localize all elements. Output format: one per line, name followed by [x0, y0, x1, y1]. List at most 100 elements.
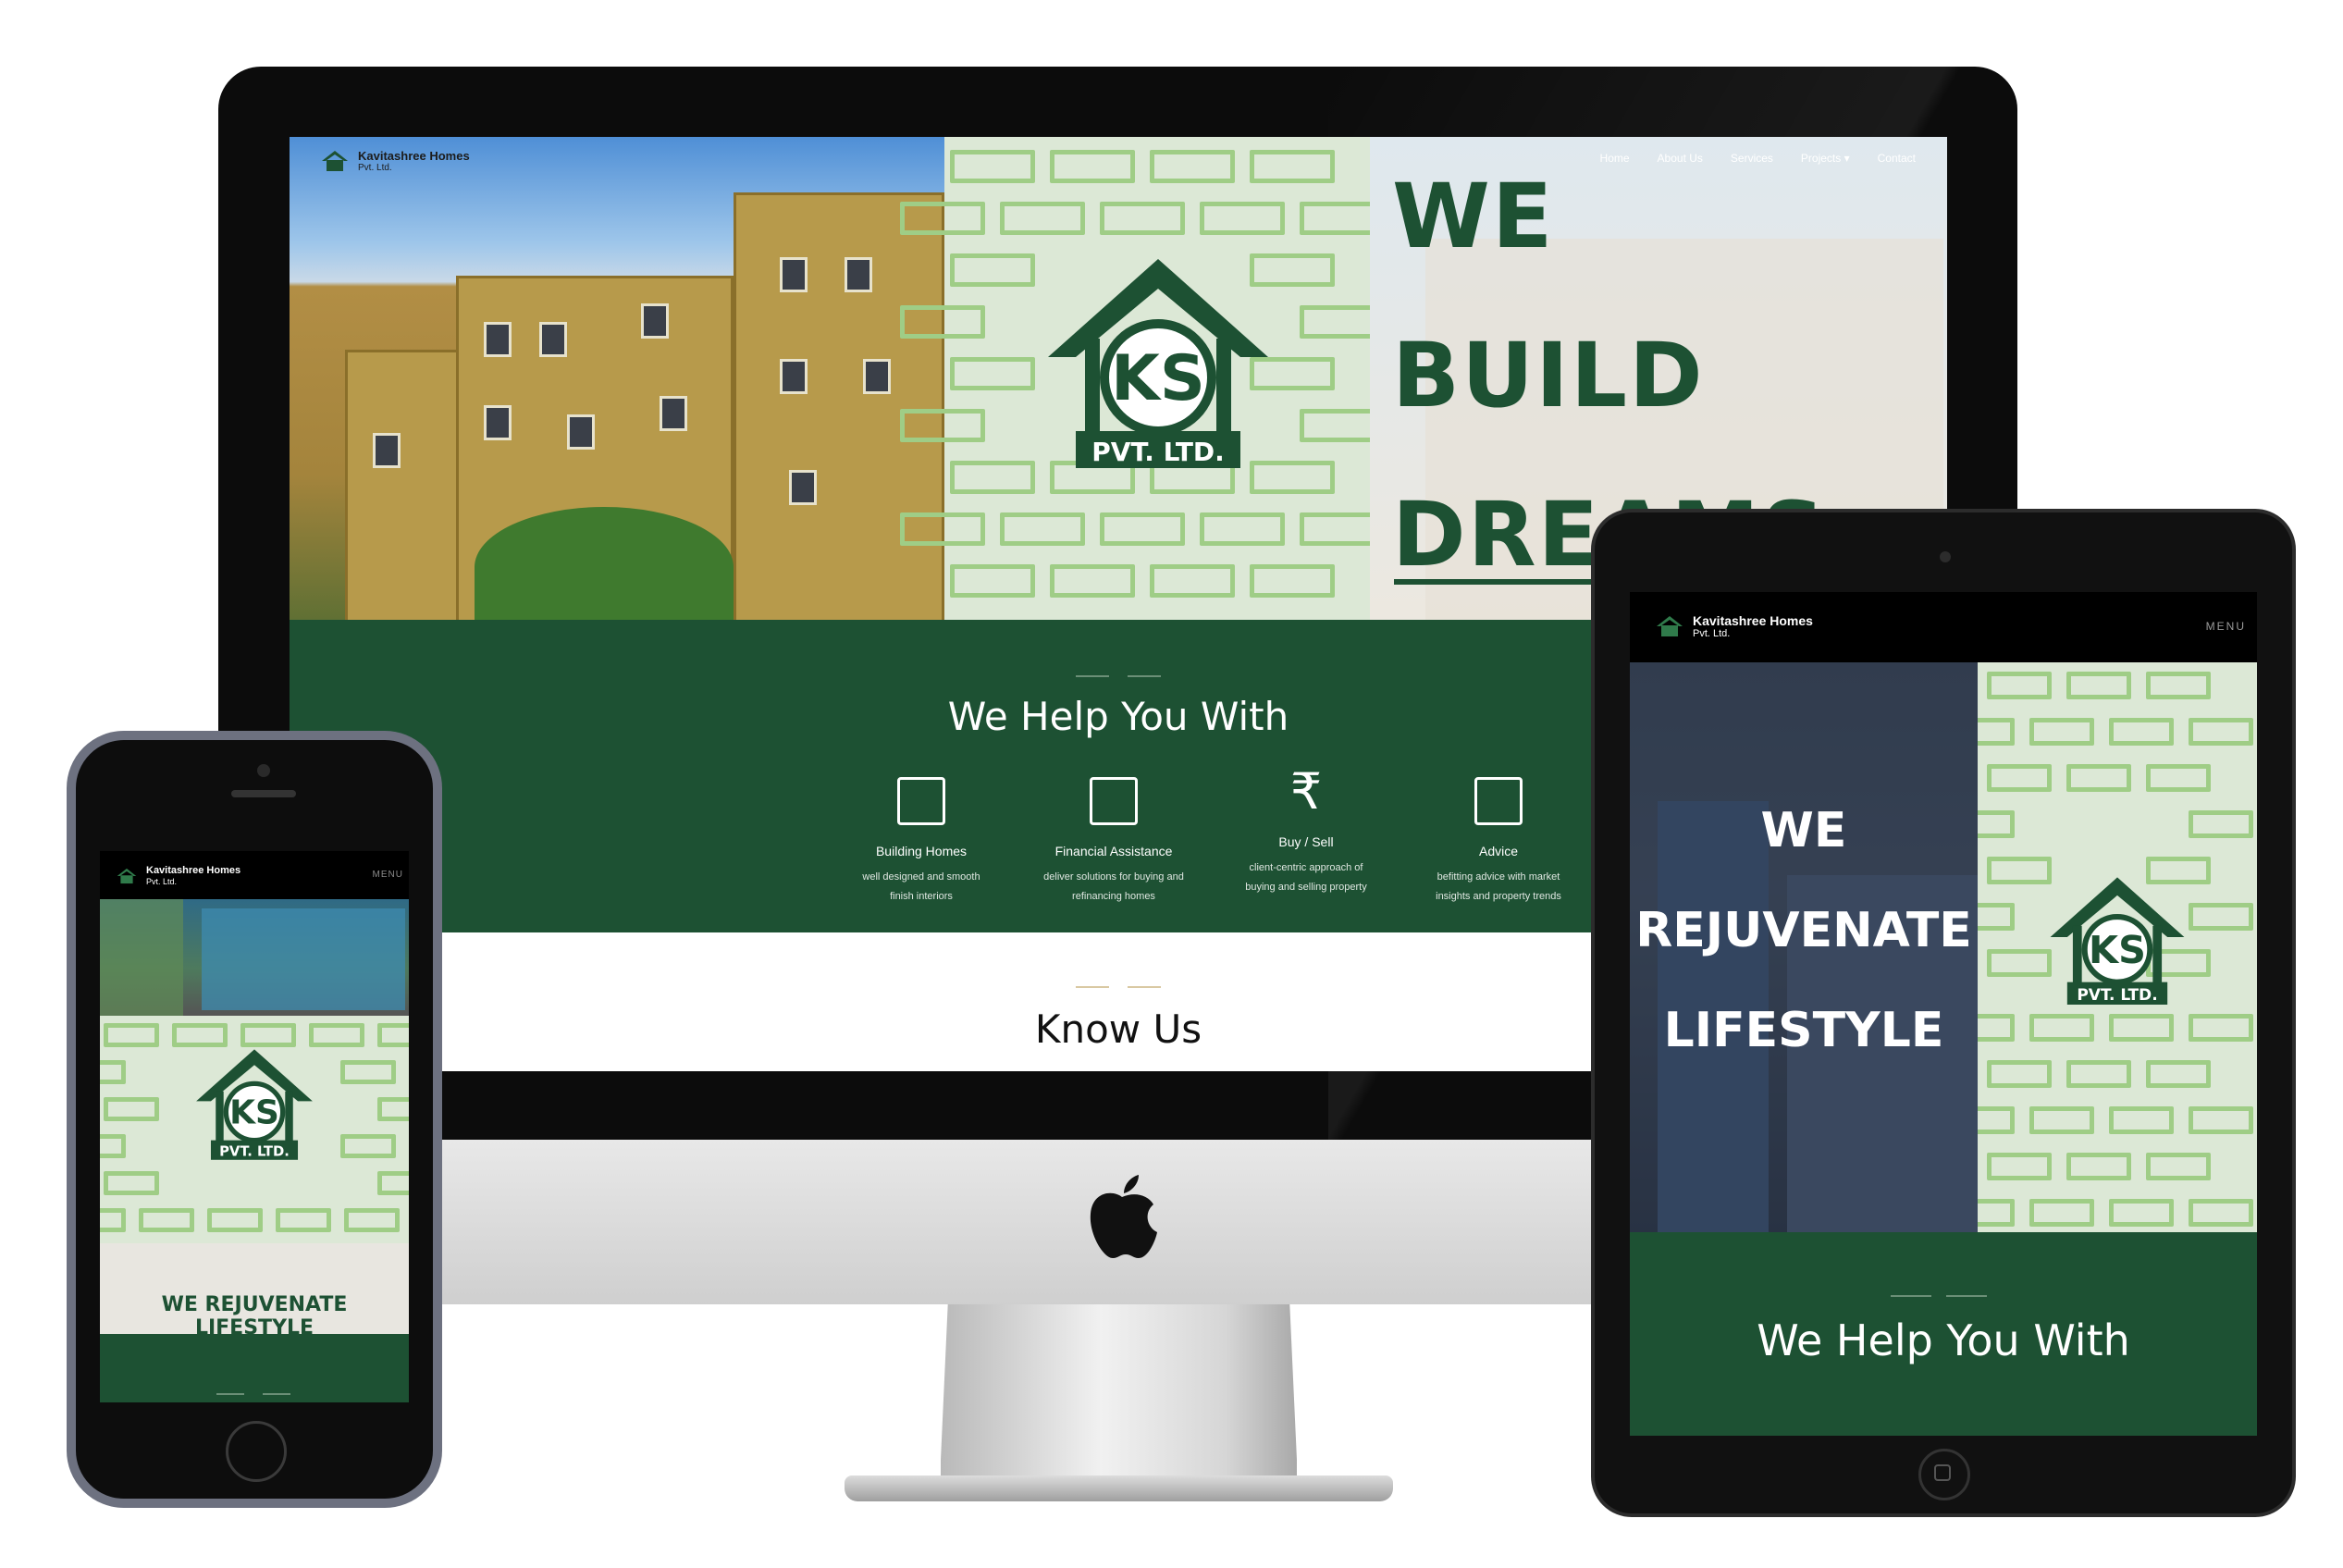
logo-panel: KS PVT. LTD.	[100, 1016, 409, 1334]
logo-panel: KS PVT. LTD.	[900, 137, 1385, 620]
home-button-icon	[1934, 1464, 1951, 1481]
brand-logo-icon	[117, 868, 137, 883]
nav-projects[interactable]: Projects ▾	[1801, 152, 1850, 165]
apple-logo-icon	[1090, 1175, 1157, 1258]
tablet-website: Kavitashree Homes Pvt. Ltd. MENU WE REJU…	[1630, 592, 2257, 1436]
ks-logo-icon: KS PVT. LTD.	[1048, 259, 1268, 468]
building-icon	[897, 777, 945, 825]
speaker-grille	[231, 790, 296, 797]
hero-word: WE	[1760, 803, 1847, 858]
tablet-hero: WE REJUVENATE LIFESTYLE KS PVT. LTD.	[1630, 662, 2257, 1232]
window	[660, 396, 687, 431]
service-label: Buy / Sell	[1278, 834, 1334, 849]
nav-services[interactable]: Services	[1731, 152, 1773, 165]
phone-hero-caption: WE REJUVENATE LIFESTYLE	[161, 1293, 348, 1340]
window	[863, 359, 891, 394]
service-advice[interactable]: Advice befitting advice with market insi…	[1406, 777, 1591, 907]
camera-icon	[1940, 551, 1951, 562]
building-block	[202, 908, 405, 1010]
window	[567, 414, 595, 450]
camera-icon	[257, 764, 270, 777]
menu-button[interactable]: MENU	[373, 870, 403, 880]
hero-word: BUILD	[1392, 324, 1705, 427]
service-buy-sell[interactable]: ₹ Buy / Sell client-centric approach of …	[1214, 762, 1399, 897]
hero-word: LIFESTYLE	[1663, 1003, 1944, 1058]
tree	[475, 507, 734, 627]
brand-name: Kavitashree Homes	[1693, 613, 1813, 628]
tablet-services-section: We Help You With	[1630, 1232, 2257, 1436]
home-button[interactable]	[226, 1421, 287, 1482]
brand[interactable]: Kavitashree Homes Pvt. Ltd.	[321, 150, 470, 173]
phone-services-section	[100, 1334, 409, 1402]
service-desc: finish interiors	[890, 891, 953, 902]
logo-initials: KS	[229, 1094, 279, 1132]
brand-subtitle: Pvt. Ltd.	[358, 162, 392, 173]
window	[789, 470, 817, 505]
logo-initials: KS	[1111, 342, 1205, 415]
phone-frame: Kavitashree Homes Pvt. Ltd. MENU KS PVT.…	[67, 731, 442, 1508]
title-decoration	[216, 1393, 244, 1395]
building-photo	[290, 137, 944, 627]
brand-name: Kavitashree Homes	[146, 865, 241, 876]
brand-logo-icon	[322, 151, 348, 172]
service-desc: befitting advice with market	[1437, 871, 1560, 883]
brand-subtitle: Pvt. Ltd.	[146, 876, 178, 886]
window	[780, 257, 808, 292]
window	[641, 303, 669, 339]
imac-foot	[845, 1475, 1393, 1501]
title-decoration	[1128, 986, 1161, 988]
brand-name: Kavitashree Homes	[358, 149, 470, 163]
nav-home[interactable]: Home	[1600, 152, 1630, 165]
service-label: Advice	[1478, 844, 1519, 858]
navbar: Kavitashree Homes Pvt. Ltd. Home About U…	[290, 137, 1947, 192]
nav-about[interactable]: About Us	[1658, 152, 1703, 165]
title-decoration	[1946, 1295, 1987, 1297]
rupee-icon: ₹	[1289, 762, 1323, 821]
title-decoration	[1891, 1295, 1931, 1297]
service-financial-assistance[interactable]: Financial Assistance deliver solutions f…	[1021, 777, 1206, 907]
nav-contact[interactable]: Contact	[1878, 152, 1916, 165]
nav-menu: Home About Us Services Projects ▾ Contac…	[1600, 152, 1916, 165]
finance-icon	[1090, 777, 1138, 825]
title-decoration	[1076, 986, 1109, 988]
phone-navbar: Kavitashree Homes Pvt. Ltd. MENU	[100, 851, 409, 899]
brand[interactable]: Kavitashree Homes Pvt. Ltd.	[1656, 614, 1813, 639]
menu-button[interactable]: MENU	[2206, 620, 2246, 633]
blueprint-icon	[1474, 777, 1523, 825]
service-desc: deliver solutions for buying and	[1043, 871, 1184, 883]
services-title: We Help You With	[1757, 1315, 2130, 1365]
imac-stand	[941, 1304, 1297, 1489]
phone-website: Kavitashree Homes Pvt. Ltd. MENU KS PVT.…	[100, 851, 409, 1402]
logo-caption: PVT. LTD.	[2077, 986, 2157, 1005]
service-desc: well designed and smooth	[862, 871, 980, 883]
logo-caption: PVT. LTD.	[219, 1144, 290, 1160]
service-label: Financial Assistance	[1054, 844, 1173, 858]
window	[539, 322, 567, 357]
window	[484, 322, 512, 357]
service-desc: buying and selling property	[1245, 882, 1367, 893]
brand-subtitle: Pvt. Ltd.	[1693, 627, 1731, 639]
logo-panel: KS PVT. LTD.	[1978, 662, 2257, 1232]
service-building-homes[interactable]: Building Homes well designed and smooth …	[829, 777, 1014, 907]
building-photo	[100, 899, 409, 1016]
title-decoration	[1128, 675, 1161, 677]
title-decoration	[1076, 675, 1109, 677]
logo-caption: PVT. LTD.	[1091, 437, 1225, 467]
service-label: Building Homes	[875, 844, 968, 858]
ks-logo-icon: KS PVT. LTD.	[2050, 877, 2185, 1005]
window	[845, 257, 872, 292]
window	[780, 359, 808, 394]
tablet-hero-heading: WE REJUVENATE LIFESTYLE	[1630, 781, 1978, 1080]
service-desc: client-centric approach of	[1249, 862, 1363, 873]
brand-logo-icon	[1657, 616, 1683, 637]
tablet-frame: Kavitashree Homes Pvt. Ltd. MENU WE REJU…	[1591, 509, 2296, 1517]
window	[484, 405, 512, 440]
title-decoration	[263, 1393, 290, 1395]
logo-initials: KS	[2089, 928, 2146, 972]
ks-logo-icon: KS PVT. LTD.	[196, 1049, 313, 1160]
brand[interactable]: Kavitashree Homes Pvt. Ltd.	[117, 865, 241, 886]
service-desc: refinancing homes	[1072, 891, 1155, 902]
tablet-navbar: Kavitashree Homes Pvt. Ltd. MENU	[1630, 592, 2257, 662]
hero-word: REJUVENATE	[1635, 903, 1972, 958]
window	[373, 433, 401, 468]
